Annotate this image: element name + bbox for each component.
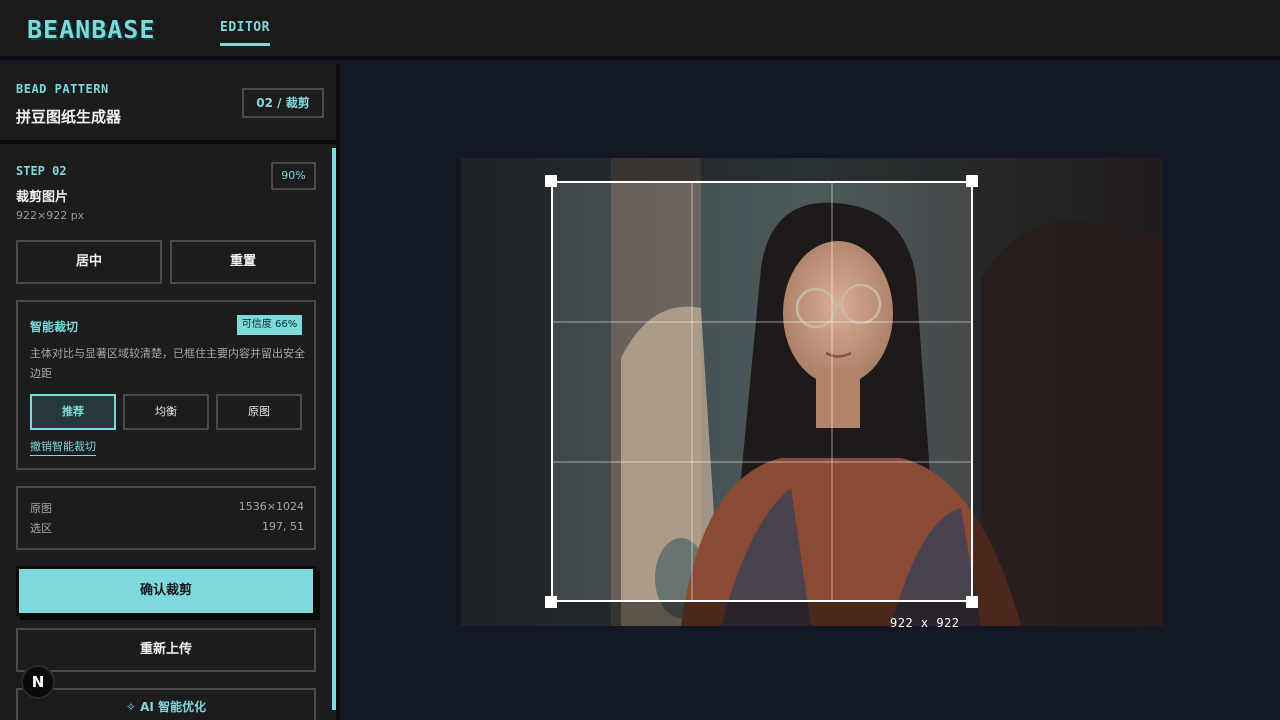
undo-smart-crop-link[interactable]: 撤销智能裁切	[30, 438, 96, 456]
ai-optimize-button[interactable]: ✧ AI 智能优化	[16, 688, 316, 720]
info-selection-label: 选区	[30, 522, 52, 535]
crop-selection-box[interactable]	[551, 181, 973, 602]
mode-original-button[interactable]: 原图	[216, 394, 302, 430]
step-title: 裁剪图片	[16, 190, 69, 205]
app-logo[interactable]: BEANBASE	[27, 15, 155, 44]
crop-handle-top-right[interactable]	[966, 175, 978, 187]
app-name: 拼豆图纸生成器	[16, 108, 122, 126]
sidebar-kicker: BEAD PATTERN	[16, 82, 109, 96]
ai-optimize-label: AI 智能优化	[140, 700, 207, 714]
crop-size-label: 922 x 922	[890, 616, 960, 630]
crop-canvas[interactable]: 922 x 922	[344, 64, 1280, 720]
step-kicker: STEP 02	[16, 164, 67, 178]
sidebar-scrollbar[interactable]	[332, 148, 336, 710]
center-button[interactable]: 居中	[16, 240, 162, 284]
zoom-level[interactable]: 90%	[271, 162, 316, 190]
confidence-badge: 可信度 66%	[237, 315, 302, 335]
crop-handle-top-left[interactable]	[545, 175, 557, 187]
sparkle-icon: ✧	[125, 700, 141, 714]
sidebar-header: BEAD PATTERN 拼豆图纸生成器 02 / 裁剪	[0, 64, 336, 144]
smart-crop-description: 主体对比与显著区域较清楚，已框住主要内容并留出安全边距	[30, 347, 305, 380]
smart-crop-panel: 智能裁切 可信度 66% 主体对比与显著区域较清楚，已框住主要内容并留出安全边距…	[16, 300, 316, 470]
reset-button[interactable]: 重置	[170, 240, 316, 284]
info-selection-value: 197, 51	[262, 520, 304, 533]
mode-balanced-button[interactable]: 均衡	[123, 394, 209, 430]
crop-handle-bottom-left[interactable]	[545, 596, 557, 608]
crop-dimensions: 922×922 px	[16, 209, 85, 222]
confirm-crop-button[interactable]: 确认裁剪	[16, 566, 316, 616]
info-row-original: 原图 1536×1024	[30, 500, 304, 516]
tab-editor[interactable]: EDITOR	[220, 20, 270, 46]
info-original-value: 1536×1024	[238, 500, 304, 513]
crop-info-panel: 原图 1536×1024 选区 197, 51	[16, 486, 316, 550]
step-badge: 02 / 裁剪	[242, 88, 324, 118]
sidebar: BEAD PATTERN 拼豆图纸生成器 02 / 裁剪 STEP 02 裁剪图…	[0, 64, 340, 720]
info-row-selection: 选区 197, 51	[30, 520, 304, 536]
info-original-label: 原图	[30, 502, 52, 515]
reupload-button[interactable]: 重新上传	[16, 628, 316, 672]
mode-recommended-button[interactable]: 推荐	[30, 394, 116, 430]
avatar[interactable]: N	[21, 665, 55, 699]
smart-crop-title: 智能裁切	[30, 320, 79, 334]
crop-handle-bottom-right[interactable]	[966, 596, 978, 608]
top-bar: BEANBASE EDITOR	[0, 0, 1280, 60]
